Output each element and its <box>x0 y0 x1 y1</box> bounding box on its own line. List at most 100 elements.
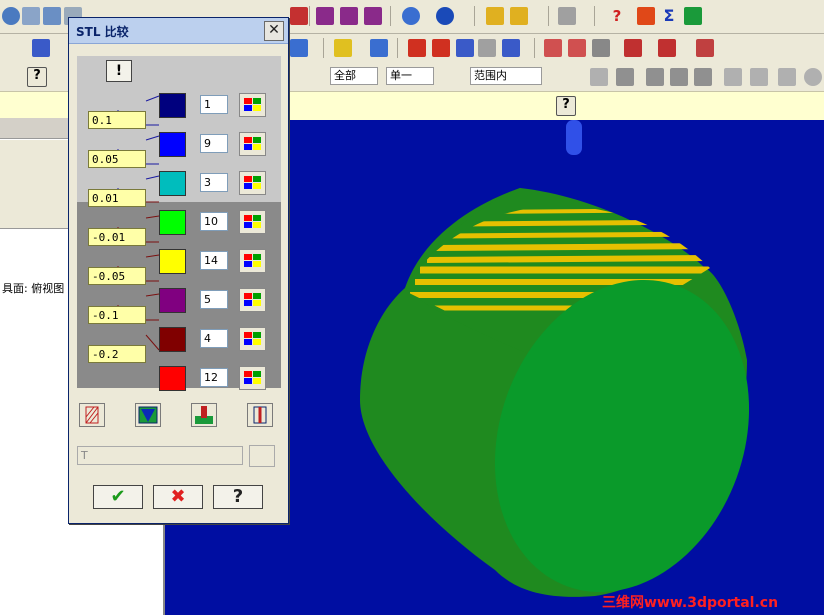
toolbar-icon[interactable] <box>456 39 474 57</box>
text-field[interactable]: T <box>77 446 243 465</box>
notes-icon[interactable] <box>249 445 275 467</box>
palette-icon[interactable] <box>239 210 266 234</box>
toolbar-icon[interactable] <box>750 68 768 86</box>
toolbar-icon[interactable] <box>432 39 450 57</box>
toolbar-icon[interactable] <box>43 7 61 25</box>
palette-icon[interactable] <box>239 288 266 312</box>
toolbar-icon[interactable] <box>408 39 426 57</box>
combo-single[interactable]: 单一 <box>386 67 434 85</box>
toolbar-icon[interactable] <box>590 68 608 86</box>
toolbar-icon[interactable] <box>778 68 796 86</box>
separator <box>309 6 310 26</box>
separator <box>594 6 595 26</box>
count-field[interactable]: 14 <box>200 251 228 270</box>
dialog-title: STL 比较 <box>76 25 129 39</box>
compare-view-icon[interactable] <box>247 403 273 427</box>
toolbar-icon[interactable] <box>646 68 664 86</box>
tolerance-field[interactable]: 0.1 <box>88 111 146 129</box>
toolbar-icon[interactable] <box>592 39 610 57</box>
color-swatch[interactable] <box>159 171 186 196</box>
toolbar-icon[interactable] <box>558 7 576 25</box>
toolbar-icon[interactable] <box>22 7 40 25</box>
toolbar-icon[interactable] <box>637 7 655 25</box>
color-swatch[interactable] <box>159 210 186 235</box>
toolbar-icon[interactable] <box>364 7 382 25</box>
count-field[interactable]: 3 <box>200 173 228 192</box>
toolbar-icon[interactable] <box>804 68 822 86</box>
close-icon[interactable]: ✕ <box>264 21 284 41</box>
tolerance-field[interactable]: -0.1 <box>88 306 146 324</box>
separator <box>534 38 535 58</box>
toolbar-icon[interactable] <box>616 68 634 86</box>
toolbar-icon[interactable] <box>290 39 308 57</box>
palette-icon[interactable] <box>239 93 266 117</box>
toolbar-icon[interactable] <box>510 7 528 25</box>
question-icon[interactable]: ? <box>608 7 626 25</box>
question-icon[interactable]: ? <box>213 485 263 509</box>
palette-icon[interactable] <box>239 327 266 351</box>
toolbar-icon[interactable] <box>316 7 334 25</box>
help-icon[interactable]: ? <box>556 96 576 116</box>
tolerance-field[interactable]: -0.2 <box>88 345 146 363</box>
palette-icon[interactable] <box>239 366 266 390</box>
separator <box>323 38 324 58</box>
sigma-icon[interactable]: Σ <box>660 7 678 25</box>
tool-view-icon[interactable] <box>191 403 217 427</box>
toolbar-icon[interactable] <box>544 39 562 57</box>
combo-all[interactable]: 全部 <box>330 67 378 85</box>
toolbar-icon[interactable] <box>2 7 20 25</box>
toolbar-icon[interactable] <box>502 39 520 57</box>
combo-range[interactable]: 范围内 <box>470 67 542 85</box>
toolbar-icon[interactable] <box>290 7 308 25</box>
toolbar-icon[interactable] <box>724 68 742 86</box>
tolerance-field[interactable]: 0.05 <box>88 150 146 168</box>
tolerance-field[interactable]: -0.01 <box>88 228 146 246</box>
hatch-icon[interactable] <box>79 403 105 427</box>
separator <box>548 6 549 26</box>
toolbar-icon[interactable] <box>696 39 714 57</box>
tolerance-field[interactable]: 0.01 <box>88 189 146 207</box>
toolbar-icon[interactable] <box>32 39 50 57</box>
toolbar-icon[interactable] <box>370 39 388 57</box>
color-swatch[interactable] <box>159 249 186 274</box>
toolbar-icon[interactable] <box>694 68 712 86</box>
watermark: 三维网www.3dportal.cn <box>602 595 779 611</box>
dialog-titlebar[interactable]: STL 比较 ✕ <box>69 18 288 44</box>
palette-icon[interactable] <box>239 249 266 273</box>
globe-icon[interactable] <box>402 7 420 25</box>
cancel-x-icon[interactable]: ✖ <box>153 485 203 509</box>
color-swatch[interactable] <box>159 288 186 313</box>
count-field[interactable]: 5 <box>200 290 228 309</box>
shade-icon[interactable] <box>135 403 161 427</box>
ok-check-icon[interactable]: ✔ <box>93 485 143 509</box>
color-swatch[interactable] <box>159 132 186 157</box>
stl-compare-dialog: STL 比较 ✕ ! 0.1 0.05 0.01 -0.01 -0.05 -0.… <box>68 17 289 524</box>
toolbar-icon[interactable] <box>340 7 358 25</box>
palette-icon[interactable] <box>239 171 266 195</box>
count-field[interactable]: 12 <box>200 368 228 387</box>
probe <box>566 120 582 155</box>
count-field[interactable]: 4 <box>200 329 228 348</box>
tolerance-field[interactable]: -0.05 <box>88 267 146 285</box>
toolbar-icon[interactable] <box>568 39 586 57</box>
sphere-icon[interactable] <box>436 7 454 25</box>
color-swatch[interactable] <box>159 93 186 118</box>
toolbar-icon[interactable] <box>624 39 642 57</box>
palette-icon[interactable] <box>239 132 266 156</box>
separator <box>390 6 391 26</box>
toolbar-icon[interactable] <box>334 39 352 57</box>
count-field[interactable]: 9 <box>200 134 228 153</box>
count-field[interactable]: 10 <box>200 212 228 231</box>
help-icon[interactable]: ? <box>27 67 47 87</box>
separator <box>474 6 475 26</box>
count-field[interactable]: 1 <box>200 95 228 114</box>
toolbar-icon[interactable] <box>478 39 496 57</box>
toolbar-icon[interactable] <box>670 68 688 86</box>
toolbar-icon[interactable] <box>684 7 702 25</box>
toolbar-icon[interactable] <box>486 7 504 25</box>
color-swatch[interactable] <box>159 366 186 391</box>
panel-item-text[interactable]: 具面: 俯视图 <box>2 280 64 296</box>
toolbar-icon[interactable] <box>658 39 676 57</box>
color-swatch[interactable] <box>159 327 186 352</box>
tolerance-legend: ! 0.1 0.05 0.01 -0.01 -0.05 -0.1 -0.2 1 … <box>77 56 281 391</box>
